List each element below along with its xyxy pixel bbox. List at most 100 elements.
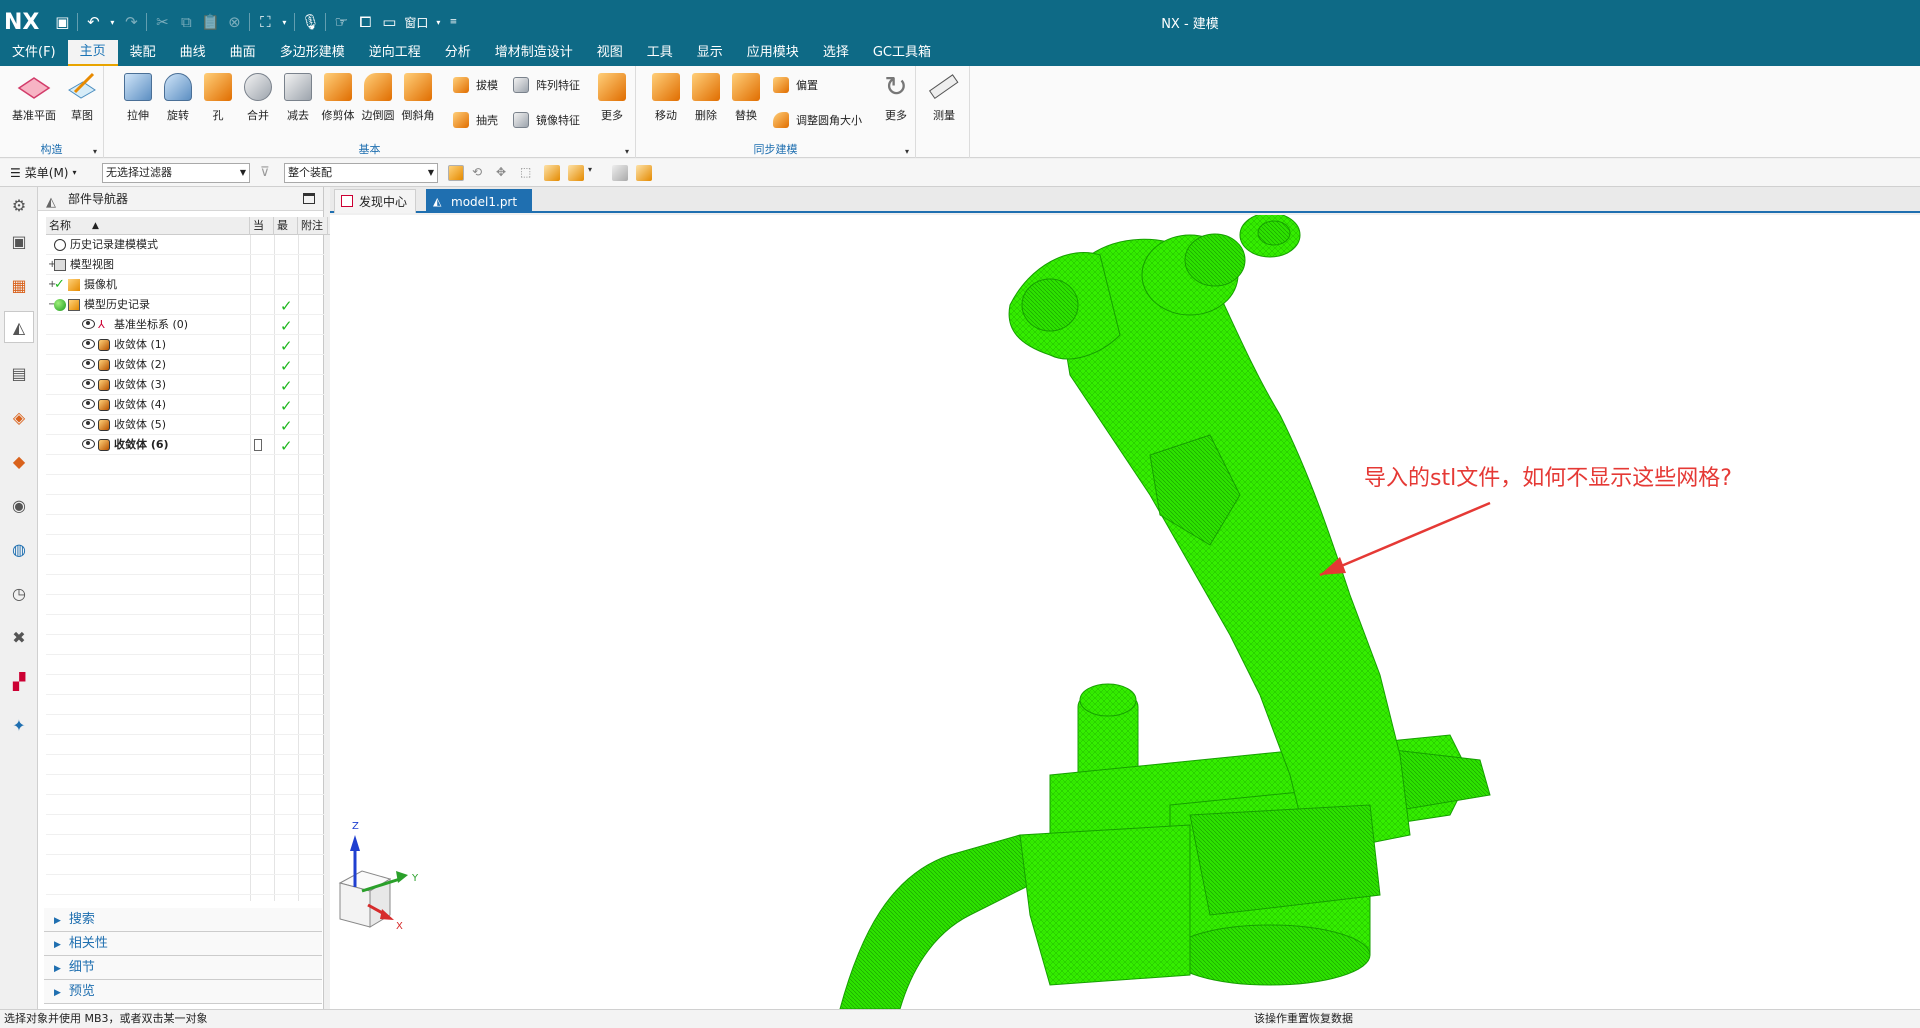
menu-item[interactable]: 多边形建模 <box>268 40 357 66</box>
status-ball-icon[interactable] <box>54 299 66 311</box>
system-materials-icon[interactable]: ◍ <box>7 537 31 561</box>
tree-row[interactable]: 收敛体 (1) ✓ <box>46 335 358 355</box>
menu-item[interactable]: 装配 <box>118 40 168 66</box>
move-face-button[interactable]: 移动 <box>646 70 686 123</box>
tree-row[interactable]: − 模型历史记录 ✓ <box>46 295 358 315</box>
pattern-feature-button[interactable]: 阵列特征 <box>510 74 580 96</box>
visibility-eye-icon[interactable] <box>82 359 95 369</box>
snap-icon[interactable]: ⟲ <box>472 165 488 181</box>
tree-row[interactable]: 收敛体 (4) ✓ <box>46 395 358 415</box>
visibility-eye-icon[interactable] <box>82 419 95 429</box>
menu-item[interactable]: 分析 <box>433 40 483 66</box>
maximize-icon[interactable] <box>303 193 315 204</box>
snap-point-icon[interactable]: ✥ <box>496 165 512 181</box>
visibility-eye-icon[interactable] <box>82 399 95 409</box>
replace-face-button[interactable]: 替换 <box>726 70 766 123</box>
analysis-icon[interactable]: ▞ <box>7 669 31 693</box>
datum-plane-button[interactable]: 基准平面 <box>10 70 58 123</box>
show-hide-icon[interactable] <box>612 165 628 181</box>
part-navigator-icon[interactable]: ◭ <box>4 311 34 343</box>
tab-discovery-center[interactable]: 发现中心 <box>334 189 416 213</box>
sketch-button[interactable]: 草图 <box>62 70 102 123</box>
column-latest[interactable]: 最 <box>274 217 298 235</box>
menu-item[interactable]: 选择 <box>811 40 861 66</box>
group-options-icon[interactable]: ▾ <box>93 147 97 156</box>
stl-mesh-model[interactable]: Z Y X <box>330 215 1920 1009</box>
trim-body-button[interactable]: 修剪体 <box>318 70 358 123</box>
tree-row[interactable]: 收敛体 (5) ✓ <box>46 415 358 435</box>
hole-button[interactable]: 孔 <box>198 70 238 123</box>
menu-item[interactable]: 显示 <box>685 40 735 66</box>
menu-item[interactable]: GC工具箱 <box>861 40 943 66</box>
select-component-icon[interactable] <box>568 165 584 181</box>
basic-more-button[interactable]: 更多 <box>592 70 632 123</box>
web-browser-icon[interactable]: ◆ <box>7 449 31 473</box>
subtract-button[interactable]: 减去 <box>278 70 318 123</box>
checkmark-icon[interactable]: ✓ <box>54 275 66 292</box>
docked-panel[interactable]: ▶ 预览 <box>44 980 322 1004</box>
tree-row[interactable]: ⅄ 基准坐标系 (0) ✓ <box>46 315 358 335</box>
shell-button[interactable]: 抽壳 <box>450 109 498 131</box>
offset-region-button[interactable]: 偏置 <box>770 74 818 96</box>
tree-row[interactable]: 收敛体 (6) ✓ <box>46 435 358 455</box>
delete-face-button[interactable]: 删除 <box>686 70 726 123</box>
visibility-eye-icon[interactable] <box>82 379 95 389</box>
menu-item[interactable]: 文件(F) <box>0 40 68 66</box>
tools-icon[interactable]: ✖ <box>7 625 31 649</box>
menu-item[interactable]: 曲线 <box>168 40 218 66</box>
column-notes[interactable]: 附注 <box>298 217 328 235</box>
measure-button[interactable]: 测量 <box>924 70 964 123</box>
extrude-button[interactable]: 拉伸 <box>118 70 158 123</box>
column-name[interactable]: 名称 ▲ <box>46 217 250 235</box>
tree-row[interactable]: + 模型视图 <box>46 255 358 275</box>
mirror-feature-button[interactable]: 镜像特征 <box>510 109 580 131</box>
assembly-navigator-icon[interactable]: ▣ <box>7 229 31 253</box>
menu-item[interactable]: 工具 <box>635 40 685 66</box>
group-options-icon[interactable]: ▾ <box>905 147 909 156</box>
tree-row[interactable]: 历史记录建模模式 <box>46 235 358 255</box>
menu-item[interactable]: 应用模块 <box>735 40 811 66</box>
clock-icon[interactable]: ◷ <box>7 581 31 605</box>
menu-item[interactable]: 视图 <box>585 40 635 66</box>
hd3d-tools-icon[interactable]: ◈ <box>7 405 31 429</box>
visibility-eye-icon[interactable] <box>82 319 95 329</box>
column-current[interactable]: 当 <box>250 217 274 235</box>
type-filter-select[interactable]: 无选择过滤器 ▼ <box>102 163 250 183</box>
role-icon[interactable]: ✦ <box>7 713 31 737</box>
tree-row[interactable]: + ✓ 摄像机 <box>46 275 358 295</box>
menu-item[interactable]: 主页 <box>67 40 118 66</box>
docked-panel[interactable]: ▶ 相关性 <box>44 932 322 956</box>
tree-row[interactable]: 收敛体 (3) ✓ <box>46 375 358 395</box>
tab-model1[interactable]: ◭ model1.prt ⧉ ✕ <box>426 189 532 233</box>
visibility-eye-icon[interactable] <box>82 339 95 349</box>
selection-scope-select[interactable]: 整个装配 ▼ <box>284 163 438 183</box>
reuse-library-icon[interactable]: ▤ <box>7 361 31 385</box>
chamfer-button[interactable]: 倒斜角 <box>398 70 438 123</box>
empty-row <box>46 655 358 675</box>
menu-button[interactable]: ☰ 菜单(M) ▾ <box>10 164 77 181</box>
revolve-button[interactable]: 旋转 <box>158 70 198 123</box>
cube-icon[interactable] <box>636 165 652 181</box>
tree-row[interactable]: 收敛体 (2) ✓ <box>46 355 358 375</box>
history-icon[interactable]: ◉ <box>7 493 31 517</box>
graphics-window[interactable]: Z Y X <box>330 215 1920 1009</box>
menu-item[interactable]: 逆向工程 <box>357 40 433 66</box>
group-options-icon[interactable]: ▾ <box>625 147 629 156</box>
menu-item[interactable]: 增材制造设计 <box>483 40 585 66</box>
draft-button[interactable]: 拔模 <box>450 74 498 96</box>
menu-item[interactable]: 曲面 <box>218 40 268 66</box>
unite-button[interactable]: 合并 <box>238 70 278 123</box>
filter-icon[interactable]: ⊽ <box>260 165 276 181</box>
chevron-down-icon[interactable]: ▾ <box>588 165 604 181</box>
resize-blend-button[interactable]: 调整圆角大小 <box>770 109 862 131</box>
edge-blend-button[interactable]: 边倒圆 <box>358 70 398 123</box>
docked-panel[interactable]: ▶ 搜索 <box>44 908 322 932</box>
constraint-navigator-icon[interactable]: ▦ <box>7 273 31 297</box>
select-face-icon[interactable]: ⬚ <box>520 165 536 181</box>
settings-icon[interactable]: ⚙ <box>7 193 31 217</box>
sync-more-button[interactable]: ↻ 更多 <box>876 70 916 123</box>
select-body-icon[interactable] <box>544 165 560 181</box>
select-feature-icon[interactable] <box>448 165 464 181</box>
visibility-eye-icon[interactable] <box>82 439 95 449</box>
docked-panel[interactable]: ▶ 细节 <box>44 956 322 980</box>
